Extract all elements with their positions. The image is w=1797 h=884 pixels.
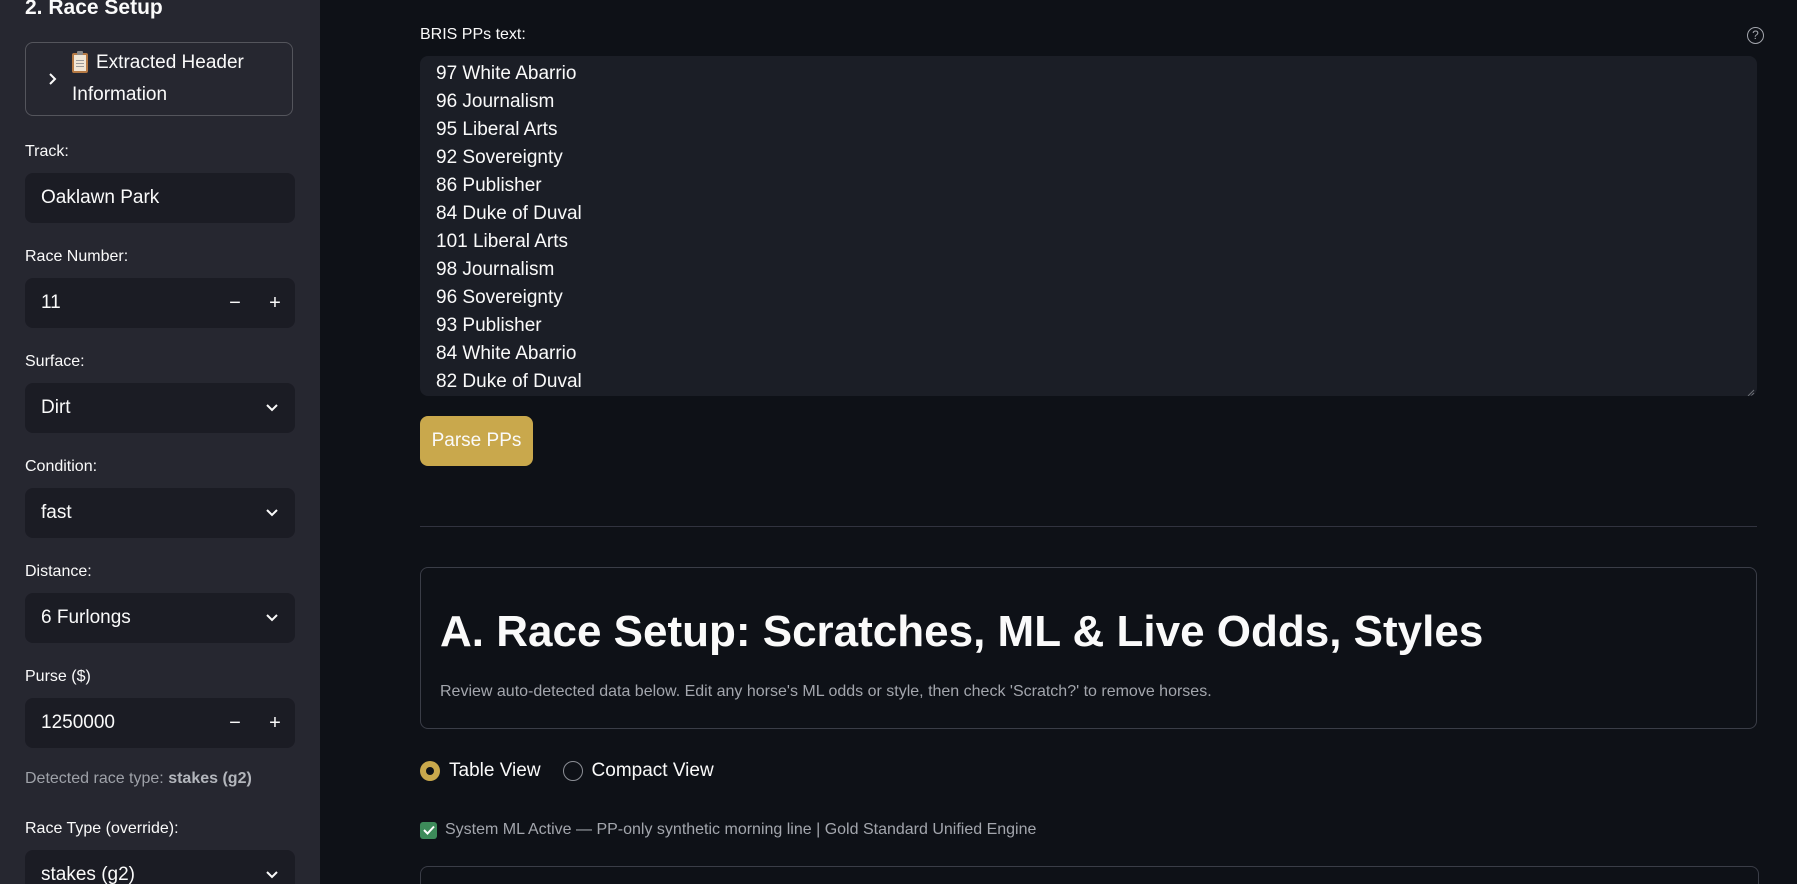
table-view-radio[interactable]: Table View: [420, 760, 541, 782]
sidebar-heading: 2. Race Setup: [25, 0, 163, 19]
parse-pps-button[interactable]: Parse PPs: [420, 416, 533, 466]
pp-line: 93 Publisher: [436, 315, 542, 336]
pp-line: 97 White Abarrio: [436, 63, 577, 84]
purse-value: 1250000: [41, 712, 115, 733]
table-view-label: Table View: [449, 760, 541, 781]
section-title: A. Race Setup: Scratches, ML & Live Odds…: [440, 607, 1484, 656]
distance-select[interactable]: 6 Furlongs: [25, 593, 295, 643]
distance-value: 6 Furlongs: [41, 607, 131, 628]
pp-line: 96 Sovereignty: [436, 287, 563, 308]
purse-label: Purse ($): [25, 668, 91, 685]
check-icon: [420, 821, 437, 839]
chevron-down-icon: [249, 403, 295, 413]
main-content: BRIS PPs text: ? 97 White Abarrio 96 Jou…: [320, 0, 1797, 884]
pp-line: 101 Liberal Arts: [436, 231, 569, 252]
race-number-input[interactable]: 11 − +: [25, 278, 295, 328]
sidebar: 2. Race Setup Extracted Header Informati…: [0, 0, 320, 884]
distance-label: Distance:: [25, 563, 92, 580]
pp-textarea[interactable]: 97 White Abarrio 96 Journalism 95 Libera…: [420, 56, 1757, 396]
track-input[interactable]: Oaklawn Park: [25, 173, 295, 223]
purse-increment-button[interactable]: +: [255, 698, 295, 748]
pp-text-label: BRIS PPs text:: [420, 26, 526, 43]
purse-input[interactable]: 1250000 − +: [25, 698, 295, 748]
section-description: Review auto-detected data below. Edit an…: [440, 683, 1212, 700]
radio-unselected-icon: [562, 761, 583, 781]
chevron-down-icon: [249, 613, 295, 623]
surface-label: Surface:: [25, 353, 85, 370]
detected-race-type: Detected race type: stakes (g2): [25, 770, 252, 788]
status-text: System ML Active — PP-only synthetic mor…: [445, 821, 1037, 838]
radio-selected-icon: [420, 761, 440, 781]
expander-label-line2: Information: [72, 84, 168, 105]
condition-select[interactable]: fast: [25, 488, 295, 538]
condition-value: fast: [41, 502, 72, 523]
race-number-decrement-button[interactable]: −: [215, 278, 255, 328]
pp-line: 82 Duke of Duval: [436, 371, 582, 392]
race-number-label: Race Number:: [25, 248, 129, 265]
expander-label: Extracted Header Information: [72, 47, 244, 111]
pp-line: 92 Sovereignty: [436, 147, 563, 168]
purse-decrement-button[interactable]: −: [215, 698, 255, 748]
view-toggle: Table View Compact View: [420, 760, 714, 782]
extracted-header-expander[interactable]: Extracted Header Information: [25, 42, 293, 116]
chevron-down-icon: [249, 508, 295, 518]
pp-line: 96 Journalism: [436, 91, 555, 112]
race-setup-section: A. Race Setup: Scratches, ML & Live Odds…: [420, 567, 1757, 729]
system-ml-status: System ML Active — PP-only synthetic mor…: [420, 821, 1036, 839]
race-number-value: 11: [41, 292, 61, 313]
pp-line: 86 Publisher: [436, 175, 542, 196]
track-value: Oaklawn Park: [41, 187, 160, 208]
race-type-label: Race Type (override):: [25, 820, 179, 837]
divider: [420, 526, 1757, 527]
race-type-select[interactable]: stakes (g2): [25, 850, 295, 884]
clipboard-icon: [72, 51, 88, 73]
race-number-increment-button[interactable]: +: [255, 278, 295, 328]
pp-line: 84 Duke of Duval: [436, 203, 582, 224]
help-icon[interactable]: ?: [1747, 27, 1764, 44]
pp-line: 98 Journalism: [436, 259, 555, 280]
app-window: 2. Race Setup Extracted Header Informati…: [0, 0, 1797, 884]
detected-race-type-value: stakes (g2): [168, 770, 252, 787]
expander-label-line1: Extracted Header: [96, 52, 244, 73]
compact-view-label: Compact View: [591, 760, 714, 781]
chevron-down-icon: [249, 870, 295, 880]
pp-line: 84 White Abarrio: [436, 343, 577, 364]
pp-line: 95 Liberal Arts: [436, 119, 558, 140]
race-type-value: stakes (g2): [41, 864, 135, 884]
chevron-right-icon: [44, 72, 62, 86]
resize-handle-icon[interactable]: [1745, 384, 1755, 396]
surface-select[interactable]: Dirt: [25, 383, 295, 433]
condition-label: Condition:: [25, 458, 98, 475]
surface-value: Dirt: [41, 397, 71, 418]
next-section-card: [420, 866, 1759, 884]
compact-view-radio[interactable]: Compact View: [562, 760, 714, 782]
detected-race-type-prefix: Detected race type:: [25, 770, 164, 787]
track-label: Track:: [25, 143, 69, 160]
